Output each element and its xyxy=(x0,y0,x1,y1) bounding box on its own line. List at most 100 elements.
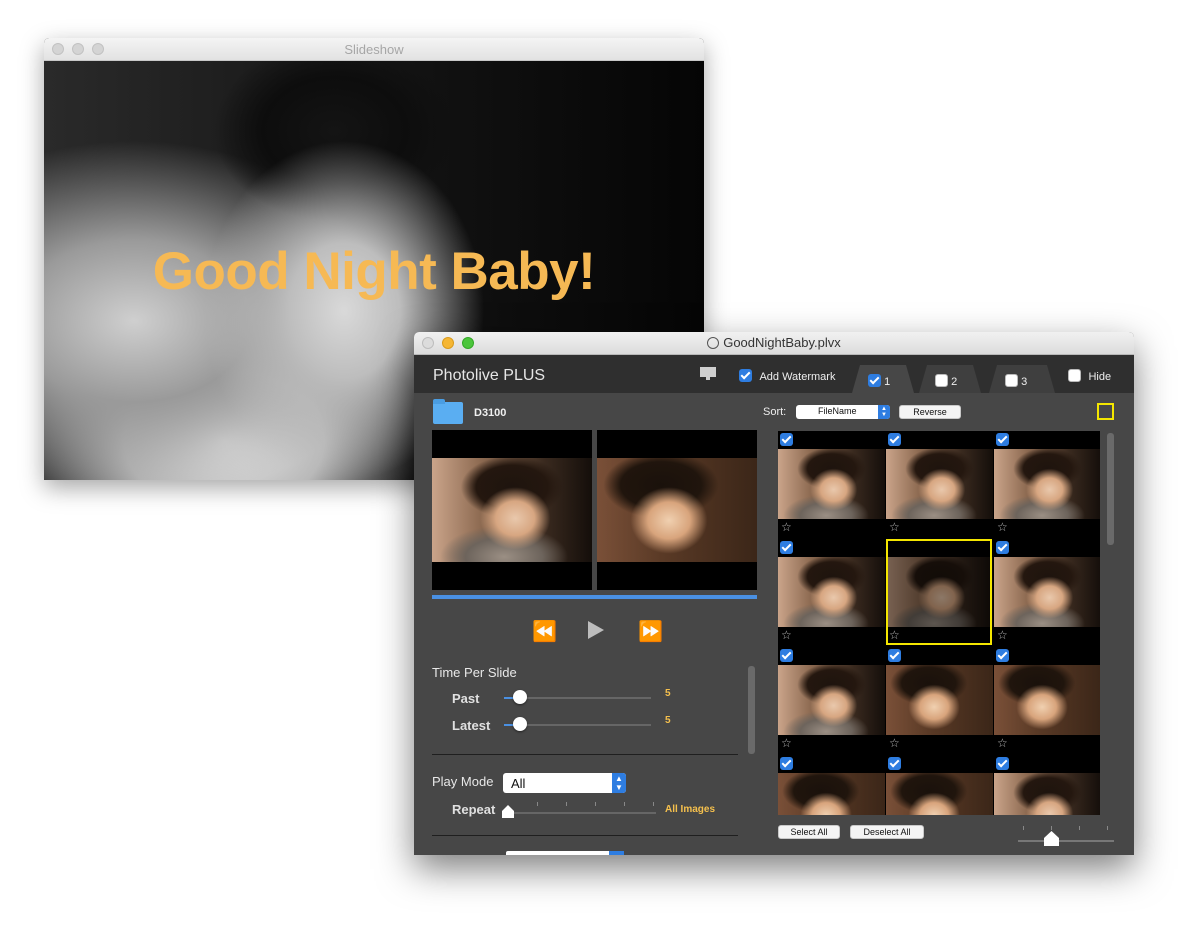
slider-tick xyxy=(1023,826,1024,830)
preview-photo xyxy=(597,458,757,562)
slider-tick xyxy=(624,802,625,806)
thumbnail-cell[interactable]: ☆ xyxy=(994,431,1100,539)
play-mode-label: Play Mode xyxy=(432,774,494,789)
checkbox-icon[interactable] xyxy=(780,433,793,446)
sort-select[interactable]: FileName ▲ ▼ xyxy=(796,405,890,419)
folder-icon[interactable] xyxy=(433,399,463,424)
checkbox-icon[interactable] xyxy=(996,541,1009,554)
repeat-value: All Images xyxy=(665,804,716,815)
star-icon[interactable]: ☆ xyxy=(781,521,792,533)
play-mode-value: All xyxy=(511,776,526,791)
fast-forward-icon[interactable]: ⏩ xyxy=(638,619,663,644)
star-icon[interactable]: ☆ xyxy=(781,737,792,749)
thumbnail-cell[interactable] xyxy=(886,755,993,815)
tab-1[interactable]: 1 xyxy=(852,365,914,393)
star-icon[interactable]: ☆ xyxy=(781,629,792,641)
play-icon[interactable] xyxy=(586,620,606,640)
checkbox-icon[interactable] xyxy=(888,757,901,770)
thumbnail-cell[interactable] xyxy=(994,755,1100,815)
folder-name: D3100 xyxy=(474,407,507,419)
deselect-all-button[interactable]: Deselect All xyxy=(850,825,924,839)
grid-scrollbar-thumb[interactable] xyxy=(1107,433,1114,545)
hide-checkbox[interactable]: Hide xyxy=(1068,367,1111,385)
preview-photo xyxy=(432,458,592,562)
hide-label: Hide xyxy=(1088,371,1112,383)
slider-tick xyxy=(1079,826,1080,830)
checkbox-icon xyxy=(935,374,948,387)
thumbnail-cell[interactable]: ☆ xyxy=(994,647,1100,755)
thumbnail-cell[interactable]: ☆ xyxy=(778,647,885,755)
checkbox-icon[interactable] xyxy=(780,757,793,770)
thumbnail-cell[interactable]: ☆ xyxy=(886,431,993,539)
thumbnail-photo xyxy=(994,557,1100,627)
thumbnail-cell[interactable]: ☆ xyxy=(886,647,993,755)
document-icon xyxy=(707,337,720,349)
preview-past xyxy=(432,430,592,590)
star-icon[interactable]: ☆ xyxy=(889,737,900,749)
past-value: 5 xyxy=(665,688,671,699)
tab-label: 3 xyxy=(1021,376,1028,388)
main-titlebar: GoodNightBaby.plvx xyxy=(414,332,1134,355)
star-icon[interactable]: ☆ xyxy=(997,737,1008,749)
latest-slider-knob[interactable] xyxy=(513,717,527,731)
tab-3[interactable]: 3 xyxy=(989,365,1055,393)
checkbox-icon xyxy=(868,374,881,387)
thumbnail-cell[interactable] xyxy=(778,755,885,815)
thumbnail-photo xyxy=(994,665,1100,735)
thumbnail-photo xyxy=(778,665,885,735)
reverse-button[interactable]: Reverse xyxy=(899,405,961,419)
checkbox-icon[interactable] xyxy=(888,433,901,446)
screen-icon[interactable] xyxy=(699,366,717,381)
thumbnail-photo xyxy=(994,449,1100,519)
chevron-updown-icon: ▲ ▼ xyxy=(612,773,626,793)
star-icon[interactable]: ☆ xyxy=(889,521,900,533)
thumbnail-size-knob[interactable] xyxy=(1044,831,1059,846)
tab-2[interactable]: 2 xyxy=(919,365,981,393)
slider-tick xyxy=(1107,826,1108,830)
checkbox-icon xyxy=(1005,374,1018,387)
star-icon[interactable]: ☆ xyxy=(997,521,1008,533)
highlight-indicator[interactable] xyxy=(1097,403,1114,420)
sort-label: Sort: xyxy=(763,406,787,418)
checkbox-icon[interactable] xyxy=(996,649,1009,662)
time-per-slide-label: Time Per Slide xyxy=(432,665,517,680)
left-scrollbar-thumb[interactable] xyxy=(748,666,755,754)
watermark-text: Good Night Baby! xyxy=(152,242,596,301)
select-all-button[interactable]: Select All xyxy=(778,825,840,839)
partial-select[interactable] xyxy=(506,851,624,855)
repeat-slider-knob[interactable] xyxy=(502,805,514,818)
past-slider-knob[interactable] xyxy=(513,690,527,704)
checkbox-icon xyxy=(1068,369,1081,382)
app-name: Photolive PLUS xyxy=(433,367,546,384)
repeat-slider-track[interactable] xyxy=(504,812,656,814)
checkbox-icon[interactable] xyxy=(996,433,1009,446)
thumbnail-cell[interactable]: ☆ xyxy=(994,539,1100,647)
thumbnail-photo xyxy=(778,773,885,815)
chevron-updown-icon: ▲ ▼ xyxy=(878,405,890,419)
thumbnail-photo xyxy=(886,665,993,735)
checkbox-icon[interactable] xyxy=(780,541,793,554)
latest-value: 5 xyxy=(665,715,671,726)
thumbnail-photo xyxy=(994,773,1100,815)
thumbnail-photo xyxy=(886,773,993,815)
thumbnail-cell[interactable]: ☆ xyxy=(778,539,885,647)
thumbnail-photo xyxy=(778,449,885,519)
thumbnail-cell[interactable]: ☆ xyxy=(778,431,885,539)
repeat-label: Repeat xyxy=(452,802,496,817)
selected-thumbnail-highlight[interactable] xyxy=(886,539,992,645)
play-mode-select[interactable]: All ▲ ▼ xyxy=(503,773,626,793)
main-title-text: GoodNightBaby.plvx xyxy=(723,335,841,350)
past-label: Past xyxy=(452,691,480,706)
add-watermark-checkbox[interactable]: Add Watermark xyxy=(739,367,835,385)
rewind-icon[interactable]: ⏪ xyxy=(532,619,557,644)
progress-bar[interactable] xyxy=(432,595,757,599)
slider-tick xyxy=(537,802,538,806)
main-title: GoodNightBaby.plvx xyxy=(414,335,1134,350)
checkbox-icon[interactable] xyxy=(780,649,793,662)
star-icon[interactable]: ☆ xyxy=(997,629,1008,641)
thumbnail-size-slider[interactable] xyxy=(1018,840,1114,842)
thumbnail-photo xyxy=(778,557,885,627)
section-divider xyxy=(432,835,738,836)
checkbox-icon[interactable] xyxy=(996,757,1009,770)
checkbox-icon[interactable] xyxy=(888,649,901,662)
